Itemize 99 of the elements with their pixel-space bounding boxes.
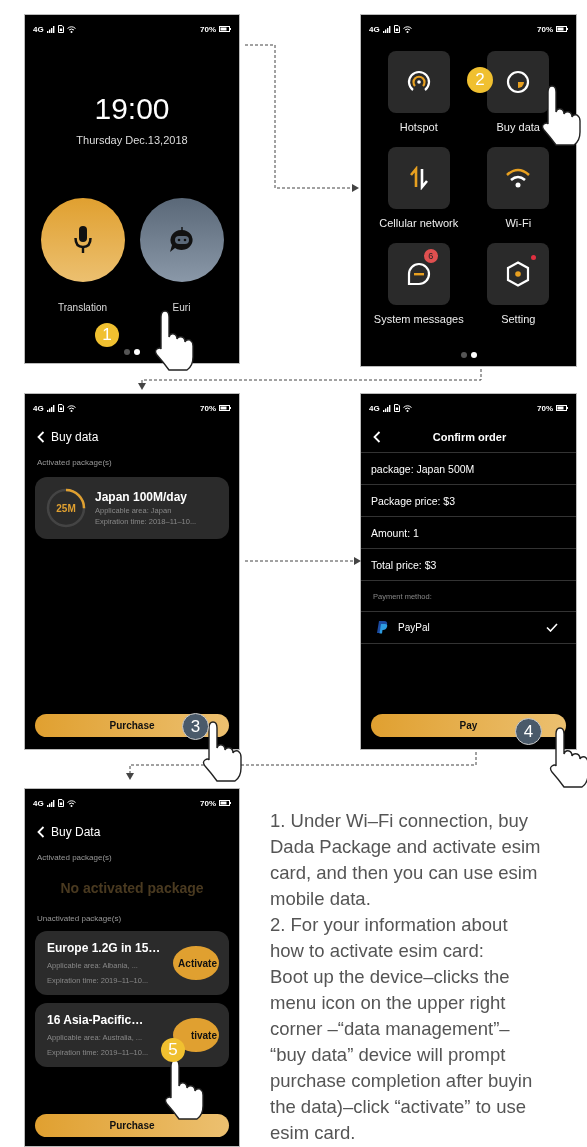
paypal-logo-icon [377,621,388,634]
battery-icon [219,800,231,806]
instruction-line: the data)–click “activate” to use [270,1095,528,1119]
robot-chat-icon [167,226,196,254]
page-dot[interactable] [470,352,477,358]
wifi-icon [66,799,76,807]
tile-label: System messages [373,313,464,325]
signal-icon [382,25,391,33]
battery-icon [219,405,231,411]
instruction-line: Dada Package and activate esim [270,835,541,859]
instruction-line: 1. Under Wi–Fi connection, buy [270,809,530,833]
wifi-icon [66,404,76,412]
package-name: 16 Asia-Pacific… [47,1013,145,1027]
menu-tile[interactable] [387,147,450,209]
section-label: Activated package(s) [37,458,112,467]
section-label: Activated package(s) [37,853,112,862]
sim-card-icon [57,25,64,33]
order-detail: Total price: $3 [371,558,437,571]
wifi-icon [505,167,532,189]
sim-card-icon [393,404,400,412]
order-detail: Package price: $3 [371,494,456,507]
usage-ring [45,487,87,529]
hand-pointer-icon [164,1059,204,1120]
battery-icon [556,405,568,411]
page-dot[interactable] [460,352,467,358]
sim-card-icon [57,404,64,412]
back-icon[interactable] [37,826,45,838]
hand-pointer-icon [154,310,194,371]
purchase-button[interactable]: Purchase [35,1114,229,1137]
wifi-icon [402,404,412,412]
app-label: Translation [57,302,108,313]
battery-percent: 70% [537,403,553,413]
order-detail: package: Japan 500M [371,462,475,475]
tile-label: Cellular network [379,217,459,229]
instruction-line: card, and then you can use esim [270,861,539,885]
remaining-data: 25M [56,502,76,514]
battery-icon [219,26,231,32]
hotspot-icon [406,70,431,94]
battery-percent: 70% [200,24,216,34]
instruction-line: menu icon on the upper right [270,991,507,1015]
hand-pointer-icon [202,721,242,782]
hexagon-settings-icon [506,261,531,287]
activate-button[interactable]: Activate [173,946,219,980]
instruction-line: esim card. [270,1121,357,1145]
tile-label: Wi-Fi [505,217,532,229]
signal-icon [46,25,55,33]
payment-option[interactable]: PayPal [361,612,576,644]
page-dot[interactable] [134,349,140,355]
wifi-icon [66,25,76,33]
message-bubble-icon [406,262,431,286]
menu-tile[interactable] [487,147,550,209]
microphone-icon [73,226,92,254]
notification-count: 6 [423,249,438,263]
instruction-line: how to activate esim card: [270,939,485,963]
network-label: 4G [369,24,380,34]
screen-title: Buy Data [51,825,101,839]
signal-icon [46,799,55,807]
clock-date: Thursday Dec.13,2018 [75,134,189,146]
hand-pointer-icon [541,85,581,146]
empty-message: No activated package [60,880,204,896]
menu-tile[interactable] [387,51,450,113]
sim-card-icon [57,799,64,807]
back-icon[interactable] [37,431,45,443]
network-label: 4G [369,403,380,413]
menu-tile[interactable] [487,51,550,113]
instruction-line: Boot up the device–clicks the [270,965,511,989]
instruction-line: 2. For your information about [270,913,509,937]
tile-label: Buy data [496,121,540,133]
package-name: Japan 100M/day [95,490,189,504]
signal-icon [382,404,391,412]
instruction-line: “buy data” device will prompt [270,1043,507,1067]
page-dot[interactable] [124,349,130,355]
instruction-line: mobile data. [270,887,372,911]
menu-tile[interactable]: 6 [387,243,450,305]
instruction-line: purchase completion after buyin [270,1069,534,1093]
payment-name: PayPal [398,622,430,633]
network-label: 4G [33,798,44,808]
back-icon[interactable] [373,431,381,443]
menu-tile[interactable] [487,243,550,305]
network-label: 4G [33,24,44,34]
clock-time: 19:00 [93,92,171,126]
tile-label: Setting [501,313,536,325]
signal-icon [46,404,55,412]
sim-card-icon [393,25,400,33]
screen-title: Confirm order [432,431,507,443]
battery-percent: 70% [537,24,553,34]
battery-percent: 70% [200,403,216,413]
instruction-line: corner –“data management”– [270,1017,511,1041]
tile-label: Hotspot [399,121,438,133]
network-label: 4G [33,403,44,413]
package-name: Europe 1.2G in 15… [47,941,162,955]
section-label: Unactivated package(s) [37,914,122,923]
wifi-icon [402,25,412,33]
app-label: Euri [172,302,191,313]
battery-icon [556,26,568,32]
screen-title: Buy data [51,430,99,444]
order-detail: Amount: 1 [371,526,419,539]
battery-percent: 70% [200,798,216,808]
pie-chart-icon [506,70,531,94]
